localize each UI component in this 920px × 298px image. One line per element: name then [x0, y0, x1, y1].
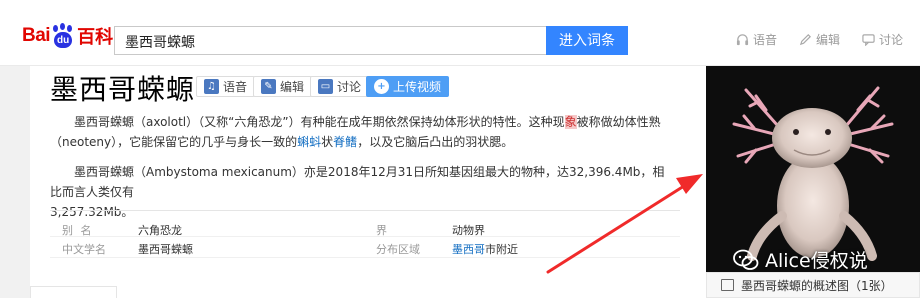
header-actions: 语音 编辑 讨论 [736, 31, 903, 48]
header-edit-button[interactable]: 编辑 [799, 31, 840, 48]
photo-caption[interactable]: 墨西哥蝾螈的概述图（1张） [706, 272, 920, 298]
edit-button[interactable]: ✎ 编辑 [253, 76, 313, 97]
para1-text-c: （neoteny），它能保留它的几乎与身长一致的 [50, 135, 298, 149]
info-row-divider [50, 257, 680, 258]
axolotl-photo[interactable] [706, 66, 920, 272]
distribution-rest: 市附近 [485, 243, 518, 256]
edit-label: 编辑 [280, 80, 305, 94]
header-edit-label: 编辑 [816, 33, 841, 47]
chat-icon [862, 34, 875, 46]
info-divider [50, 210, 680, 211]
para1-text-e: ，以及它脑后凸出的羽状腮。 [357, 135, 514, 149]
baidu-baike-logo[interactable]: Bai du 百科 [22, 21, 113, 51]
search-input[interactable]: 墨西哥蝾螈 [114, 26, 546, 55]
logo-bai-text: Bai [22, 25, 51, 46]
para2-text-b: 3,257.32Mb。 [50, 205, 134, 219]
info-value-chinese-name: 墨西哥蝾螈 [138, 243, 193, 256]
watermark-text: Alice侵权说 [765, 250, 868, 272]
upload-video-button[interactable]: + 上传视频 [366, 76, 450, 97]
wechat-icon [733, 249, 759, 270]
dorsal-fin-link[interactable]: 脊鳍 [333, 135, 357, 149]
headphones-icon [736, 34, 749, 46]
discuss-label: 讨论 [337, 80, 362, 94]
upload-video-label: 上传视频 [393, 80, 442, 94]
tadpole-link[interactable]: 蝌蚪 [297, 135, 321, 149]
info-label-distribution: 分布区域 [376, 243, 420, 256]
info-value-distribution: 墨西哥市附近 [452, 241, 518, 257]
pencil-icon: ✎ [261, 79, 276, 94]
logo-baike-text: 百科 [77, 27, 114, 48]
pencil-icon [799, 34, 812, 46]
chat-icon: ▭ [318, 79, 333, 94]
photo-caption-text: 墨西哥蝾螈的概述图（1张） [741, 278, 893, 293]
header-voice-label: 语音 [753, 33, 778, 47]
next-section-box [30, 286, 117, 298]
para1-text-d: 状 [321, 135, 334, 149]
header-voice-button[interactable]: 语音 [736, 31, 777, 48]
para1-text-b: 被称做幼体性熟 [576, 115, 661, 129]
info-label-chinese-name: 中文学名 [62, 243, 106, 256]
gallery-icon [721, 279, 734, 291]
header-discuss-label: 讨论 [879, 33, 904, 47]
highlighted-char: 象 [564, 115, 577, 129]
info-row-divider [50, 236, 680, 237]
enter-entry-button[interactable]: 进入词条 [546, 26, 628, 55]
summary-paragraph-2: 墨西哥蝾螈（Ambystoma mexicanum）亦是2018年12月31日所… [50, 162, 676, 222]
para1-text-a: 墨西哥蝾螈（axolotl）（又称“六角恐龙”）有种能在成年期依然保持幼体形状的… [74, 115, 565, 129]
voice-button[interactable]: ♫ 语音 [196, 76, 256, 97]
header-discuss-button[interactable]: 讨论 [862, 31, 903, 48]
paw-icon: du [51, 23, 75, 49]
headphones-icon: ♫ [204, 79, 219, 94]
discuss-button[interactable]: ▭ 讨论 [310, 76, 370, 97]
summary-paragraph-1: 墨西哥蝾螈（axolotl）（又称“六角恐龙”）有种能在成年期依然保持幼体形状的… [50, 112, 676, 152]
voice-label: 语音 [223, 80, 248, 94]
page-title: 墨西哥蝾螈 [50, 73, 196, 106]
plus-icon: + [374, 79, 389, 94]
mexico-link[interactable]: 墨西哥 [452, 243, 485, 256]
watermark: Alice侵权说 [733, 246, 868, 273]
para2-text-a: 墨西哥蝾螈（Ambystoma mexicanum）亦是2018年12月31日所… [50, 165, 665, 199]
